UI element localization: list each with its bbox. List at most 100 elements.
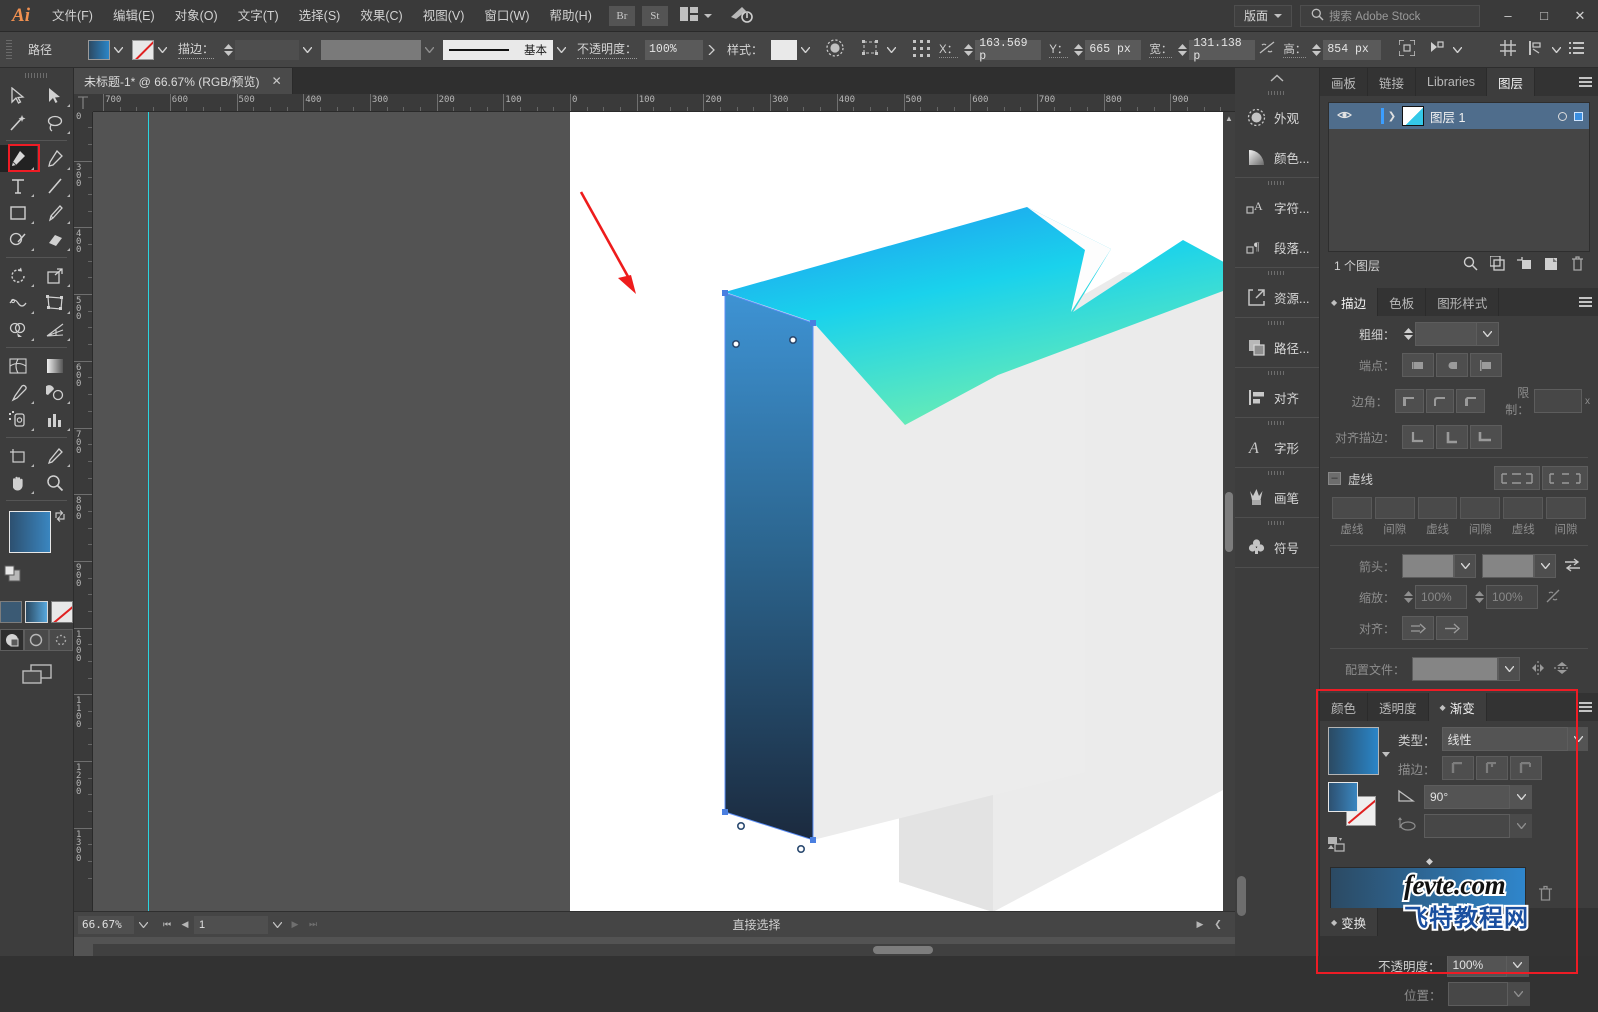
dock-item-color[interactable]: 颜色... <box>1235 137 1319 177</box>
prev-artboard-button[interactable]: ◀ <box>176 916 194 934</box>
layer-name[interactable]: 图层 1 <box>1430 107 1465 126</box>
tab-transform[interactable]: ◆ 变换 <box>1320 908 1379 936</box>
menu-file[interactable]: 文件(F) <box>42 0 103 32</box>
extend-arrow-beyond-button[interactable] <box>1402 616 1434 640</box>
vertical-ruler[interactable]: 200 300 400 500 600 700 800 900 1000 1100 1200 1300 <box>74 112 93 936</box>
tool-pen[interactable] <box>0 145 37 172</box>
eye-icon[interactable] <box>1329 109 1359 123</box>
layers-list[interactable]: ❯ 图层 1 <box>1328 102 1590 252</box>
gap-input-1[interactable] <box>1374 497 1415 519</box>
arrowhead-start-dropdown-icon[interactable] <box>1454 554 1476 578</box>
horizontal-scrollbar[interactable] <box>93 944 1235 956</box>
dock-item-symbols[interactable]: 符号 <box>1235 527 1319 567</box>
delete-layer-icon[interactable] <box>1571 256 1584 274</box>
tab-graphic-styles[interactable]: 图形样式 <box>1426 288 1500 316</box>
round-cap-button[interactable] <box>1436 353 1468 377</box>
menu-select[interactable]: 选择(S) <box>289 0 351 32</box>
menu-window[interactable]: 窗口(W) <box>474 0 539 32</box>
dock-item-asset-export[interactable]: 资源... <box>1235 277 1319 317</box>
panel-menu-icon[interactable] <box>1572 288 1598 316</box>
dash-input-2[interactable] <box>1417 497 1458 519</box>
dock-item-appearance[interactable]: 外观 <box>1235 97 1319 137</box>
stroke-weight-dropdown-icon[interactable] <box>299 40 315 60</box>
height-input[interactable]: 854 px <box>1323 39 1382 60</box>
dock-group-grip[interactable] <box>1235 318 1319 327</box>
gradient-aspect-dropdown-icon[interactable] <box>1510 814 1532 838</box>
panel-menu-icon[interactable] <box>1572 68 1598 96</box>
align-objects-button[interactable] <box>1425 39 1449 61</box>
status-mode-text[interactable]: 直接选择 <box>322 916 1191 933</box>
swap-arrows-icon[interactable] <box>1564 557 1581 575</box>
gap-input-3[interactable] <box>1546 497 1586 519</box>
variable-width-profile-input[interactable] <box>321 39 422 60</box>
bridge-button[interactable]: Br <box>608 5 635 26</box>
distribute-spacing-button[interactable] <box>1496 39 1520 61</box>
isometric-arrow-artwork[interactable] <box>93 112 1235 936</box>
tool-rectangle[interactable] <box>0 199 37 226</box>
gradient-opacity-input[interactable]: 100% <box>1446 953 1507 977</box>
flip-along-icon[interactable] <box>1554 661 1570 678</box>
dock-group-grip[interactable] <box>1235 88 1319 97</box>
y-position-input[interactable]: 665 px <box>1085 39 1142 60</box>
close-tab-icon[interactable]: ✕ <box>272 74 282 88</box>
zoom-dropdown-icon[interactable] <box>134 916 152 934</box>
width-stepper[interactable] <box>1176 40 1189 60</box>
tab-color[interactable]: 颜色 <box>1320 693 1369 721</box>
tool-slice[interactable] <box>37 442 74 469</box>
horizontal-scroll-thumb[interactable] <box>873 946 933 954</box>
reverse-gradient-icon[interactable] <box>1328 836 1390 857</box>
align-stroke-outside-button[interactable] <box>1470 425 1502 449</box>
lock-proportions-button[interactable] <box>1255 39 1279 61</box>
chevron-right-icon[interactable]: ❯ <box>1384 111 1400 122</box>
dash-preserve-button[interactable] <box>1494 466 1540 490</box>
tool-blend[interactable] <box>37 379 74 406</box>
dock-group-grip[interactable] <box>1235 418 1319 427</box>
vertical-scrollbar[interactable]: ▲ ▼ <box>1223 112 1235 936</box>
tool-shaper[interactable] <box>0 226 37 253</box>
transform-handles-button[interactable] <box>1395 39 1419 61</box>
make-mask-icon[interactable] <box>1489 255 1505 274</box>
select-similar-dropdown-icon[interactable] <box>883 40 899 60</box>
tab-layers[interactable]: 图层 <box>1486 68 1535 96</box>
round-join-button[interactable] <box>1425 389 1455 413</box>
minimize-button[interactable]: – <box>1490 1 1526 31</box>
scroll-up-icon[interactable]: ▲ <box>1223 112 1235 126</box>
tool-lasso[interactable] <box>37 109 74 136</box>
dock-item-align[interactable]: 对齐 <box>1235 377 1319 417</box>
tab-links[interactable]: 链接 <box>1368 68 1417 96</box>
dock-group-grip[interactable] <box>1235 468 1319 477</box>
stroke-weight-dropdown-icon[interactable] <box>1477 322 1499 346</box>
recolor-artwork-button[interactable] <box>823 39 847 61</box>
menu-object[interactable]: 对象(O) <box>165 0 228 32</box>
delete-stop-icon[interactable] <box>1538 885 1553 905</box>
gradient-location-input[interactable] <box>1447 982 1508 1006</box>
gradient-along-stroke-button[interactable] <box>1475 756 1508 780</box>
status-resize-icon[interactable]: ❮ <box>1209 916 1227 934</box>
menu-effect[interactable]: 效果(C) <box>350 0 412 32</box>
arrowhead-end-dropdown-icon[interactable] <box>1534 554 1556 578</box>
fill-dropdown-icon[interactable] <box>110 40 126 60</box>
brush-definition-input[interactable]: 基本 <box>443 39 554 60</box>
create-sublayer-icon[interactable] <box>1517 256 1532 274</box>
arrange-documents-button[interactable] <box>679 7 712 24</box>
layer-row[interactable]: ❯ 图层 1 <box>1329 103 1589 129</box>
zoom-level-input[interactable]: 66.67% <box>78 915 134 934</box>
tool-free-transform[interactable] <box>37 289 74 316</box>
gradient-angle-dropdown-icon[interactable] <box>1510 785 1532 809</box>
y-position-stepper[interactable] <box>1072 40 1085 60</box>
tool-gradient[interactable] <box>37 352 74 379</box>
status-menu-icon[interactable]: ▶ <box>1191 916 1209 934</box>
graphic-style-dropdown-icon[interactable] <box>797 40 813 60</box>
tab-libraries[interactable]: Libraries <box>1416 68 1487 96</box>
stroke-weight-input[interactable] <box>235 39 300 60</box>
next-artboard-button[interactable]: ▶ <box>286 916 304 934</box>
gap-input-2[interactable] <box>1460 497 1501 519</box>
tool-width[interactable] <box>0 289 37 316</box>
gradient-opacity-dropdown-icon[interactable] <box>1506 953 1529 977</box>
dock-group-grip[interactable] <box>1235 368 1319 377</box>
gradient-midpoint-diamond[interactable]: ◆ <box>1426 856 1433 867</box>
tool-artboard[interactable] <box>0 442 37 469</box>
tool-line-segment[interactable] <box>37 172 74 199</box>
workspace-switcher[interactable]: 版面 <box>1233 4 1292 27</box>
document-tab[interactable]: 未标题-1* @ 66.67% (RGB/预览) ✕ <box>74 68 293 94</box>
